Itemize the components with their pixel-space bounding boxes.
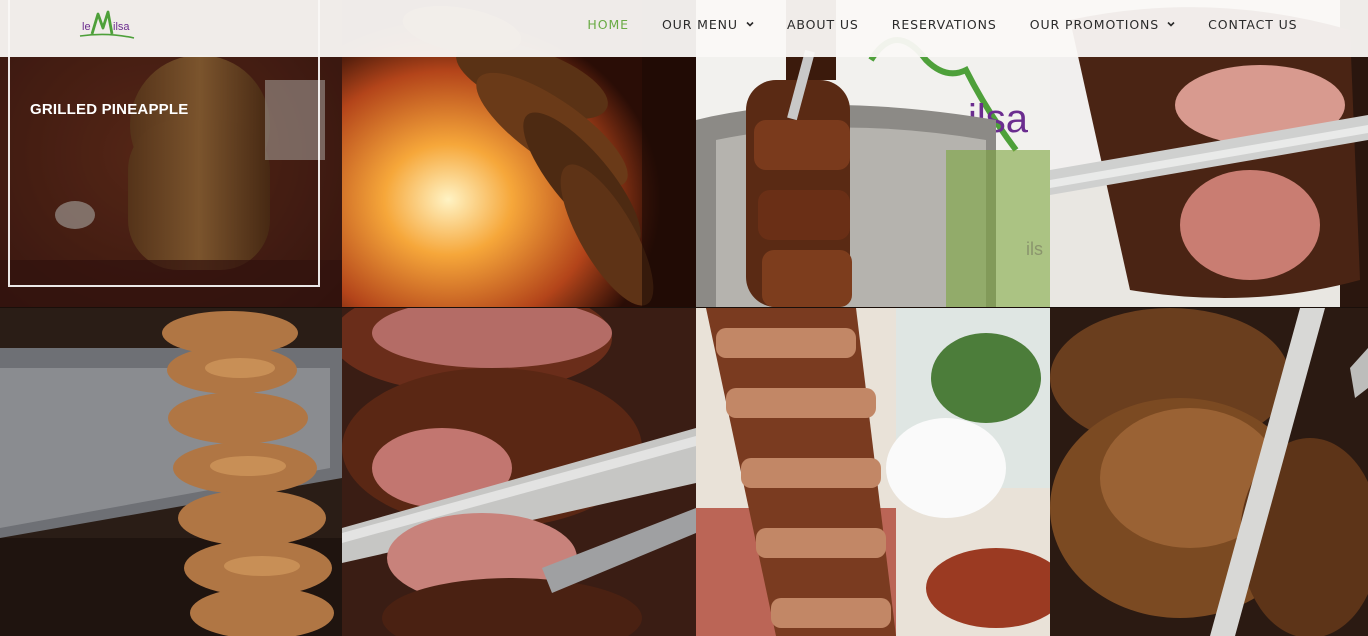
pork-belly-image: [696, 308, 1050, 636]
nav-label: RESERVATIONS: [891, 16, 997, 32]
gallery-tile-picanha[interactable]: [342, 308, 696, 636]
svg-text:le: le: [82, 21, 91, 33]
nav-label: HOME: [587, 16, 629, 32]
gallery-tile-lamb[interactable]: [1050, 308, 1368, 636]
food-gallery: GRILLED PINEAPPLE ilsa ils: [0, 0, 1368, 636]
lamb-image: [1050, 308, 1368, 636]
nav-label: OUR MENU: [661, 16, 738, 32]
chevron-down-icon: [746, 20, 754, 28]
logo-icon: le ilsa: [79, 10, 135, 39]
nav-label: OUR PROMOTIONS: [1029, 16, 1160, 32]
nav-item-home[interactable]: HOME: [571, 17, 646, 32]
nav-item-about-us[interactable]: ABOUT US: [770, 17, 875, 32]
nav-item-our-promotions[interactable]: OUR PROMOTIONS: [1013, 17, 1191, 32]
chicken-skewer-image: [0, 308, 342, 636]
svg-text:ilsa: ilsa: [113, 21, 130, 33]
tile-caption: GRILLED PINEAPPLE: [30, 101, 189, 118]
nav-item-reservations[interactable]: RESERVATIONS: [875, 17, 1013, 32]
gallery-tile-chicken-skewer[interactable]: [0, 308, 342, 636]
nav-item-our-menu[interactable]: OUR MENU: [645, 17, 770, 32]
brand-logo[interactable]: le ilsa: [78, 8, 138, 42]
nav-label: CONTACT US: [1208, 16, 1298, 32]
main-nav: HOME OUR MENU ABOUT US RESERVATIONS OUR …: [571, 0, 1314, 48]
picanha-image: [342, 308, 696, 636]
chevron-down-icon: [1167, 20, 1175, 28]
gallery-tile-pork-belly[interactable]: [696, 308, 1050, 636]
site-header: le ilsa HOME OUR MENU ABOUT US RESERVATI…: [0, 0, 1368, 57]
nav-label: ABOUT US: [786, 16, 859, 32]
nav-item-contact-us[interactable]: CONTACT US: [1192, 17, 1314, 32]
